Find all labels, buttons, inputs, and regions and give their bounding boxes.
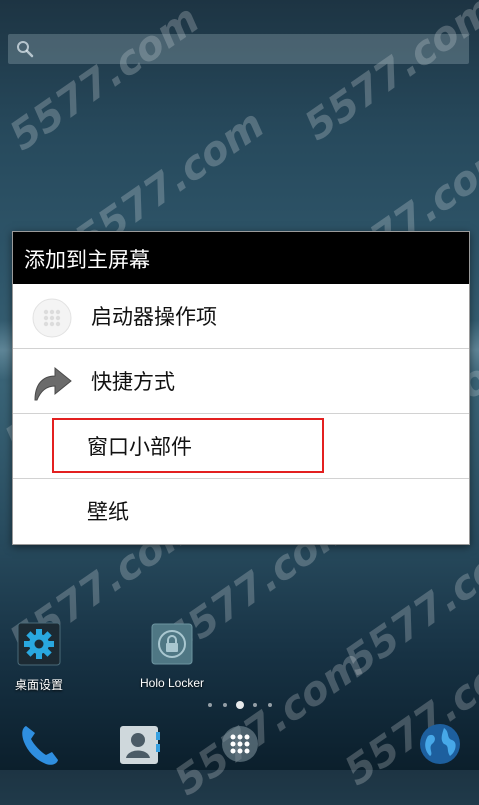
search-bar[interactable] — [8, 34, 469, 64]
search-icon — [17, 41, 34, 58]
add-to-home-dialog: 添加到主屏幕 启动器操作项 快捷方式 窗口小部件 壁纸 — [12, 231, 470, 545]
gear-icon — [17, 622, 61, 666]
watermark: 5577.com — [296, 0, 479, 150]
app-holo-locker[interactable]: Holo Locker — [132, 622, 212, 690]
watermark: 5577.com — [336, 521, 479, 685]
launcher-dots-icon — [32, 298, 72, 338]
app-drawer-icon — [222, 726, 258, 762]
lock-icon — [151, 623, 193, 665]
phone-icon — [22, 726, 58, 765]
app-label: Holo Locker — [139, 676, 205, 690]
watermark: 5577.com — [1, 0, 208, 160]
dock-phone[interactable] — [16, 720, 64, 772]
dialog-item-label: 启动器操作项 — [91, 305, 217, 329]
app-desktop-settings[interactable]: 桌面设置 — [4, 622, 74, 693]
contacts-icon — [120, 726, 160, 764]
app-label: 桌面设置 — [14, 678, 63, 692]
dialog-item-shortcut[interactable]: 快捷方式 — [13, 349, 469, 414]
dialog-item-wallpaper[interactable]: 壁纸 — [13, 479, 469, 543]
dialog-item-launcher-actions[interactable]: 启动器操作项 — [13, 284, 469, 349]
shortcut-arrow-icon — [34, 366, 72, 401]
dialog-item-label: 壁纸 — [87, 500, 129, 524]
dock-app-drawer[interactable] — [216, 720, 264, 772]
dialog-title: 添加到主屏幕 — [13, 232, 469, 284]
dock-contacts[interactable] — [116, 720, 164, 772]
browser-globe-icon — [420, 724, 460, 764]
highlight-annotation-box — [52, 418, 324, 473]
dock-browser[interactable] — [416, 720, 464, 772]
dialog-item-label: 快捷方式 — [91, 370, 175, 394]
page-indicator — [208, 701, 272, 709]
